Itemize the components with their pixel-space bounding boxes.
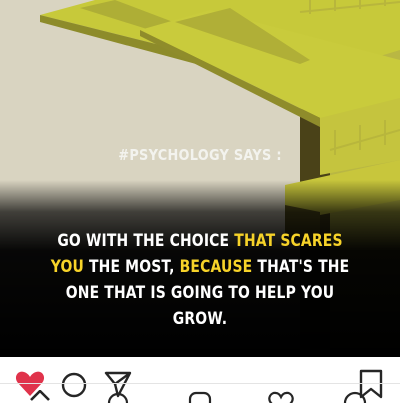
quote-segment: GO WITH THE CHOICE — [57, 231, 235, 251]
search-icon[interactable] — [106, 391, 130, 403]
bottom-nav-divider — [0, 383, 400, 384]
post-hashtag: #PSYCHOLOGY SAYS : — [118, 146, 282, 164]
profile-icon[interactable] — [343, 391, 367, 403]
post-quote: GO WITH THE CHOICE THAT SCARES YOU THE M… — [41, 228, 359, 332]
activity-heart-icon[interactable] — [268, 391, 294, 403]
quote-highlight: BECAUSE — [179, 257, 253, 277]
post-image[interactable]: #PSYCHOLOGY SAYS : GO WITH THE CHOICE TH… — [0, 0, 400, 357]
comment-icon[interactable] — [60, 371, 88, 399]
add-post-icon[interactable] — [188, 391, 212, 403]
home-icon[interactable] — [30, 390, 50, 402]
quote-segment: THE MOST, — [83, 257, 180, 277]
